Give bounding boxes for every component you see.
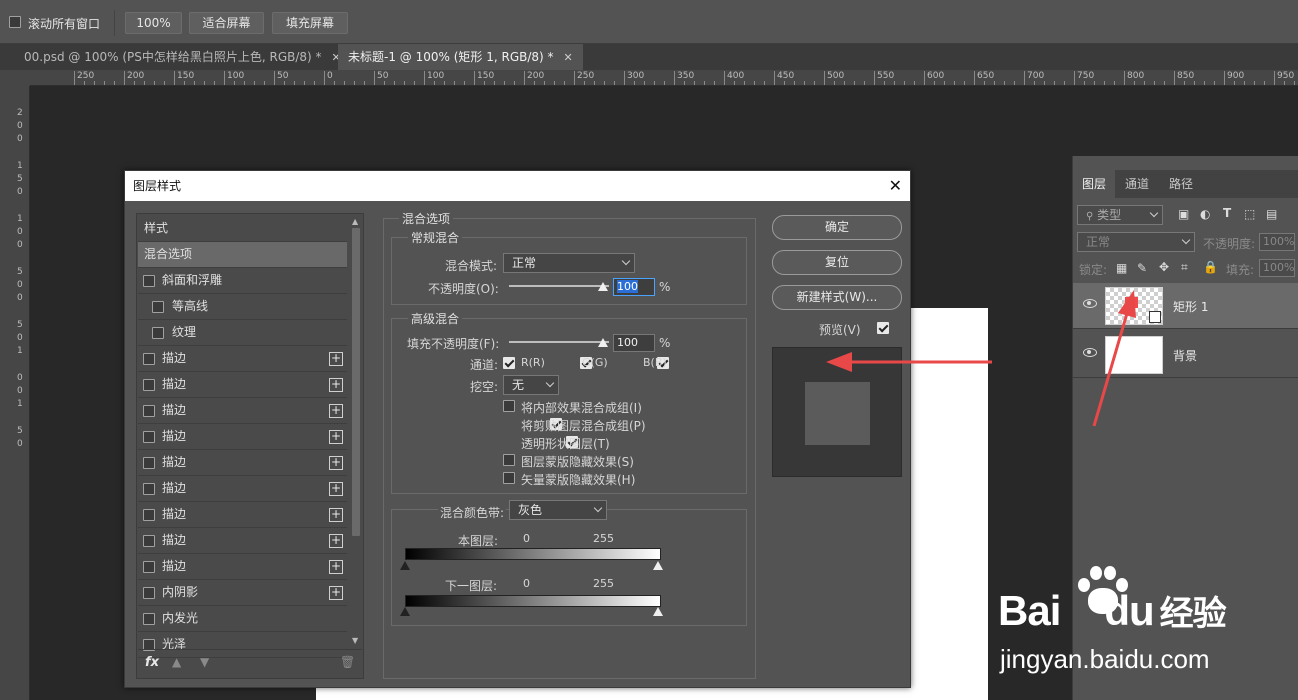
watermark-brand-du: du	[1104, 587, 1154, 634]
watermark-url: jingyan.baidu.com	[1000, 644, 1210, 674]
watermark-brand-bai: Bai	[998, 587, 1061, 634]
watermark-brand-jingyan: 经验	[1159, 595, 1227, 633]
baidu-watermark: Bai du 经验 jingyan.baidu.com	[996, 560, 1296, 700]
arrow-to-preview	[826, 352, 992, 372]
watermark-brand: Bai du 经验	[998, 586, 1227, 635]
arrow-to-layer-thumbnail	[1092, 290, 1136, 427]
